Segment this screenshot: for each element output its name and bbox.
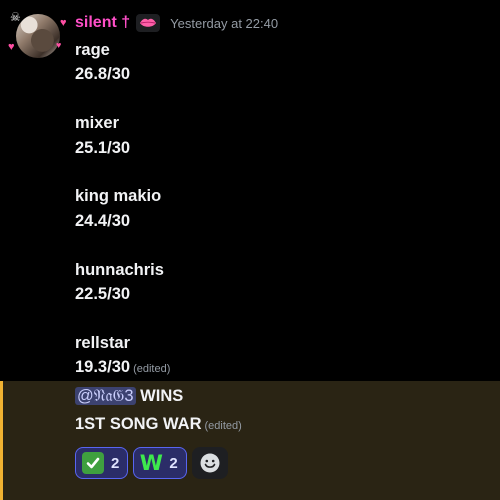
reaction-count: 2: [111, 454, 120, 472]
mention-message-content: @𝔑𝔞𝔊3 WINS 1ST SONG WAR (edited): [75, 384, 242, 437]
message-line: 25.1/30: [75, 138, 131, 157]
mention-line: @𝔑𝔞𝔊3 WINS: [75, 384, 242, 408]
reactions-bar: 2 W 2: [75, 447, 228, 479]
message-line: 24.4/30: [75, 211, 131, 230]
skull-icon: ☠: [10, 10, 21, 24]
message-header: silent † Yesterday at 22:40: [75, 13, 278, 33]
mention-line-text: WINS: [135, 387, 184, 405]
pink-lips-icon[interactable]: [136, 14, 161, 32]
edited-label: (edited): [133, 363, 171, 376]
mention-line: 1ST SONG WAR (edited): [75, 412, 242, 436]
heart-icon: ♥: [60, 17, 67, 29]
smiley-add-reaction-icon: [200, 453, 220, 473]
message-line: 19.3/30 (edited): [75, 355, 485, 379]
message-line: mixer: [75, 114, 120, 133]
message-line: rage: [75, 41, 110, 59]
message-line: 22.5/30: [75, 284, 131, 303]
message-content: rage 26.8/30 mixer 25.1/30 king makio 24…: [75, 38, 485, 379]
green-w-icon: W: [139, 451, 163, 475]
message-line: rellstar: [75, 333, 131, 352]
avatar[interactable]: ☠ ♥ ♥ ♥: [8, 11, 67, 58]
edited-label: (edited): [204, 420, 242, 433]
reaction-count: 2: [169, 454, 178, 472]
heart-icon: ♥: [8, 41, 15, 53]
add-reaction-button[interactable]: [191, 447, 228, 479]
username[interactable]: silent †: [75, 14, 130, 32]
white-check-mark-icon: [82, 452, 104, 474]
chat-message: ☠ ♥ ♥ ♥ silent † Yesterday at 22:40 rage…: [0, 0, 500, 500]
message-line: hunnachris: [75, 260, 164, 279]
heart-icon: ♥: [56, 40, 62, 50]
reaction-check[interactable]: 2: [75, 447, 129, 479]
avatar-image[interactable]: [16, 14, 60, 58]
message-line: 26.8/30: [75, 65, 131, 84]
message-line-text: 19.3/30: [75, 358, 131, 377]
mention-highlight-bar: [0, 381, 3, 500]
user-mention[interactable]: @𝔑𝔞𝔊3: [75, 387, 136, 405]
message-line: king makio: [75, 187, 162, 206]
mention-line-text: 1ST SONG WAR: [75, 415, 202, 434]
reaction-w[interactable]: W 2: [133, 447, 187, 479]
message-timestamp[interactable]: Yesterday at 22:40: [170, 16, 278, 31]
